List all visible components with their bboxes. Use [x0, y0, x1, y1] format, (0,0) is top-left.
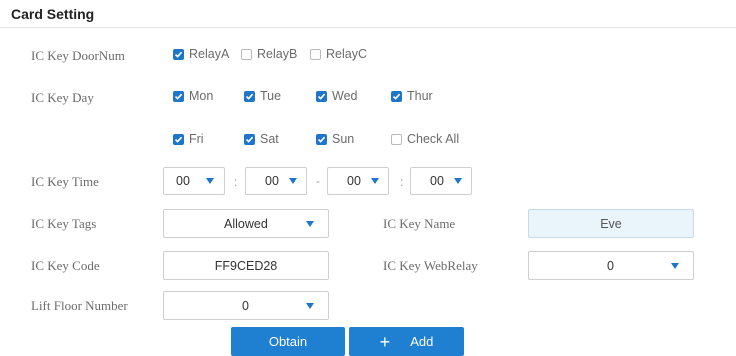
day-fri-label: Fri [189, 132, 204, 146]
name-value: Eve [600, 216, 622, 231]
chevron-down-icon [306, 302, 314, 309]
end-minute-select[interactable]: 00 [410, 167, 472, 195]
end-hour-select[interactable]: 00 [327, 167, 389, 195]
checkbox-unchecked-icon [391, 133, 402, 145]
obtain-button-label: Obtain [268, 334, 308, 349]
checkbox-checked-icon [173, 48, 184, 60]
door-num-label: IC Key DoorNum [31, 48, 125, 63]
day-sat-checkbox[interactable]: Sat [244, 132, 279, 146]
lift-floor-value: 0 [242, 298, 249, 313]
checkbox-checked-icon [316, 90, 327, 102]
web-relay-label: IC Key WebRelay [383, 258, 478, 273]
section-title: Card Setting [11, 6, 95, 22]
checkbox-checked-icon [316, 133, 327, 145]
relay-c-label: RelayC [326, 47, 367, 61]
tags-value: Allowed [224, 216, 268, 231]
chevron-down-icon [306, 220, 314, 227]
tags-label: IC Key Tags [31, 216, 97, 231]
end-hour-value: 00 [347, 174, 361, 188]
check-all-checkbox[interactable]: Check All [391, 132, 459, 146]
day-fri-checkbox[interactable]: Fri [173, 132, 204, 146]
name-field[interactable]: Eve [528, 209, 694, 238]
checkbox-checked-icon [173, 133, 184, 145]
checkbox-unchecked-icon [241, 48, 252, 60]
start-hour-select[interactable]: 00 [163, 167, 225, 195]
day-tue-label: Tue [260, 89, 282, 103]
start-minute-select[interactable]: 00 [245, 167, 307, 195]
day-sun-label: Sun [332, 132, 355, 146]
day-tue-checkbox[interactable]: Tue [244, 89, 281, 103]
day-wed-checkbox[interactable]: Wed [316, 89, 357, 103]
time-label: IC Key Time [31, 174, 99, 189]
start-minute-value: 00 [265, 174, 279, 188]
code-label: IC Key Code [31, 258, 100, 273]
day-sat-label: Sat [260, 132, 279, 146]
lift-floor-select[interactable]: 0 [163, 291, 329, 320]
obtain-button[interactable]: Obtain [231, 327, 345, 356]
day-thur-label: Thur [407, 89, 433, 103]
chevron-down-icon [371, 178, 379, 184]
checkbox-checked-icon [173, 90, 184, 102]
lift-floor-label: Lift Floor Number [31, 298, 128, 313]
add-button[interactable]: + Add [349, 327, 464, 356]
plus-icon: + [379, 331, 391, 352]
relay-c-checkbox[interactable]: RelayC [310, 47, 367, 61]
code-value: FF9CED28 [214, 258, 278, 273]
day-sun-checkbox[interactable]: Sun [316, 132, 354, 146]
relay-b-checkbox[interactable]: RelayB [241, 47, 297, 61]
relay-a-label: RelayA [189, 47, 230, 61]
tags-select[interactable]: Allowed [163, 209, 329, 238]
chevron-down-icon [206, 178, 214, 184]
section-divider [0, 27, 736, 28]
checkbox-checked-icon [244, 133, 255, 145]
checkbox-checked-icon [244, 90, 255, 102]
day-thur-checkbox[interactable]: Thur [391, 89, 433, 103]
end-minute-value: 00 [430, 174, 444, 188]
relay-a-checkbox[interactable]: RelayA [173, 47, 229, 61]
time-colon: : [234, 175, 238, 189]
start-hour-value: 00 [176, 174, 190, 188]
time-dash: - [316, 174, 320, 188]
relay-b-label: RelayB [257, 47, 298, 61]
name-label: IC Key Name [383, 216, 456, 231]
chevron-down-icon [671, 262, 679, 269]
day-label: IC Key Day [31, 90, 94, 105]
chevron-down-icon [289, 178, 297, 184]
day-wed-label: Wed [332, 89, 358, 103]
code-input[interactable]: FF9CED28 [163, 251, 329, 280]
time-colon: : [400, 175, 404, 189]
check-all-label: Check All [407, 132, 460, 146]
add-button-label: Add [410, 334, 434, 349]
web-relay-select[interactable]: 0 [528, 251, 694, 280]
checkbox-unchecked-icon [310, 48, 321, 60]
chevron-down-icon [454, 178, 462, 184]
day-mon-checkbox[interactable]: Mon [173, 89, 213, 103]
checkbox-checked-icon [391, 90, 402, 102]
web-relay-value: 0 [607, 258, 614, 273]
day-mon-label: Mon [189, 89, 214, 103]
